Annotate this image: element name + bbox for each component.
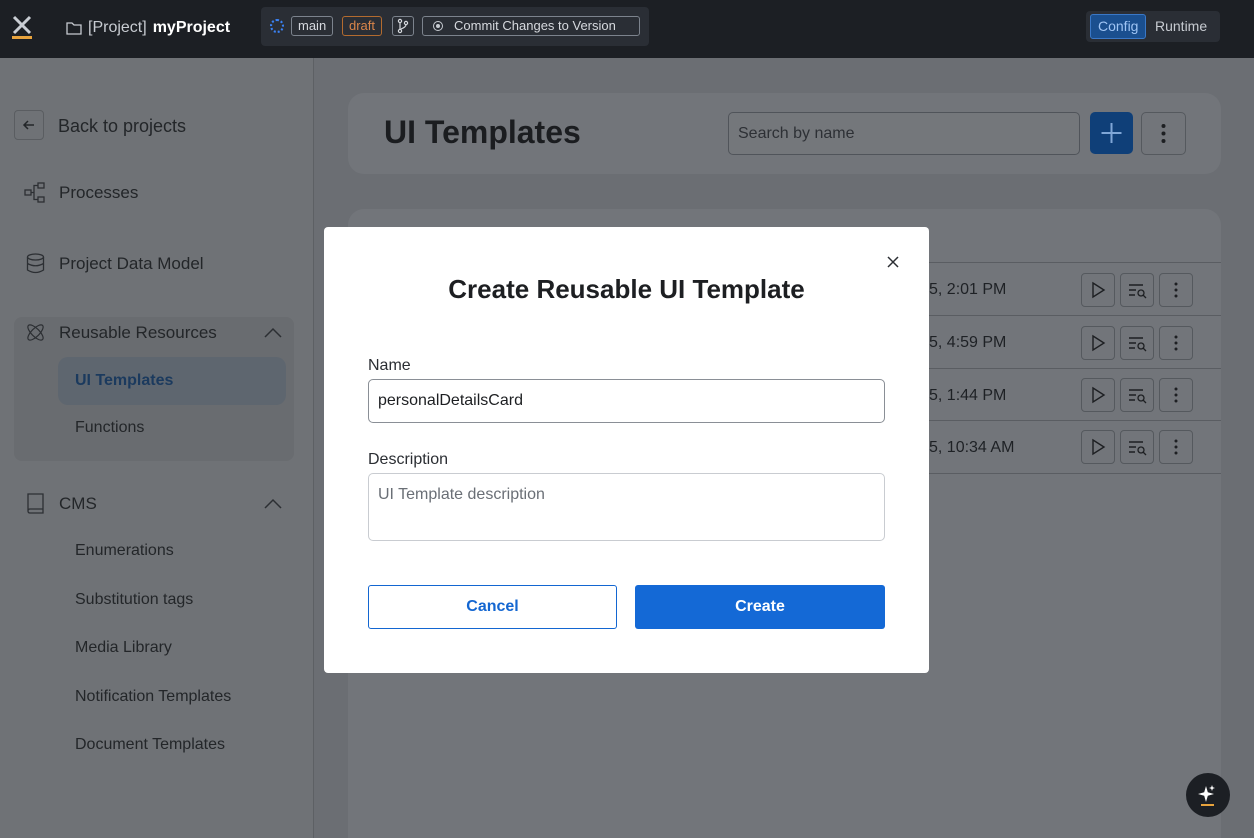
sparkle-icon — [1198, 785, 1215, 806]
sidebar-item-reusable-resources[interactable]: Reusable Resources — [24, 321, 217, 344]
play-icon — [1092, 281, 1106, 299]
row-more-button[interactable] — [1159, 378, 1193, 412]
row-more-button[interactable] — [1159, 273, 1193, 307]
name-label: Name — [368, 357, 411, 374]
list-search-icon — [1129, 337, 1147, 352]
page-title: UI Templates — [384, 114, 581, 150]
sidebar-item-cms[interactable]: CMS — [24, 492, 97, 515]
modified-date: 5, 4:59 PM — [929, 334, 1007, 351]
sidebar-item-label: Processes — [59, 182, 139, 202]
more-vertical-icon — [1161, 124, 1166, 143]
sidebar-item-label: Project Data Model — [59, 253, 204, 273]
sidebar-item-processes[interactable]: Processes — [24, 181, 138, 204]
mode-toggle: Config Runtime — [1086, 11, 1220, 42]
dialog-title: Create Reusable UI Template — [448, 274, 805, 304]
inspect-button[interactable] — [1120, 326, 1154, 360]
branch-button[interactable] — [392, 16, 414, 36]
row-more-button[interactable] — [1159, 430, 1193, 464]
row-divider — [929, 262, 1221, 263]
sidebar-item-media-library[interactable]: Media Library — [75, 639, 172, 657]
sidebar-item-ui-templates[interactable]: UI Templates — [58, 357, 286, 405]
logo-icon[interactable] — [12, 15, 32, 39]
sidebar-item-functions[interactable]: Functions — [75, 419, 144, 437]
ai-assistant-button[interactable] — [1186, 773, 1230, 817]
more-vertical-icon — [1174, 282, 1178, 298]
database-icon — [26, 253, 45, 274]
book-icon — [27, 493, 44, 514]
search-input[interactable] — [728, 112, 1080, 155]
run-button[interactable] — [1081, 430, 1115, 464]
sidebar-item-enumerations[interactable]: Enumerations — [75, 542, 174, 560]
chevron-up-icon[interactable] — [264, 498, 282, 509]
more-vertical-icon — [1174, 439, 1178, 455]
back-to-projects-link[interactable]: Back to projects — [58, 116, 186, 137]
inspect-button[interactable] — [1120, 273, 1154, 307]
name-field[interactable] — [368, 379, 885, 423]
cancel-button[interactable]: Cancel — [368, 585, 617, 629]
row-divider — [929, 368, 1221, 369]
modified-date: 5, 1:44 PM — [929, 387, 1007, 404]
description-field[interactable] — [368, 473, 885, 541]
plus-icon — [1101, 123, 1122, 143]
commit-changes-button[interactable]: Commit Changes to Version — [422, 16, 640, 36]
version-bar: main draft Commit Changes to Version — [261, 7, 649, 46]
atom-icon — [27, 324, 44, 341]
play-icon — [1092, 438, 1106, 456]
add-template-button[interactable] — [1090, 112, 1133, 154]
play-icon — [1092, 334, 1106, 352]
status-badge: draft — [342, 16, 383, 36]
top-bar: [Project] myProject main draft Commit Ch… — [0, 0, 1254, 58]
project-name: myProject — [152, 19, 231, 36]
sidebar-item-document-templates[interactable]: Document Templates — [75, 736, 225, 754]
run-button[interactable] — [1081, 326, 1115, 360]
chevron-up-icon[interactable] — [264, 327, 282, 338]
branch-chip[interactable]: main — [291, 16, 334, 36]
record-icon — [433, 21, 443, 31]
description-label: Description — [368, 451, 449, 468]
sidebar-item-label: CMS — [59, 493, 97, 513]
list-search-icon — [1129, 284, 1147, 299]
play-icon — [1092, 386, 1106, 404]
run-button[interactable] — [1081, 378, 1115, 412]
close-icon[interactable] — [884, 253, 902, 271]
row-more-button[interactable] — [1159, 326, 1193, 360]
back-button[interactable] — [14, 110, 44, 140]
branch-icon — [397, 18, 409, 34]
sync-icon — [270, 19, 284, 33]
sidebar-item-substitution-tags[interactable]: Substitution tags — [75, 591, 193, 609]
sidebar: Back to projects Processes Project Data … — [0, 58, 314, 838]
processes-icon — [24, 182, 45, 203]
run-button[interactable] — [1081, 273, 1115, 307]
sidebar-item-label: Reusable Resources — [59, 322, 217, 342]
more-vertical-icon — [1174, 335, 1178, 351]
runtime-mode-button[interactable]: Runtime — [1148, 14, 1214, 39]
list-search-icon — [1129, 441, 1147, 456]
commit-label: Commit Changes to Version — [454, 18, 616, 33]
project-breadcrumb[interactable]: [Project] myProject — [66, 18, 230, 38]
inspect-button[interactable] — [1120, 430, 1154, 464]
row-divider — [929, 473, 1221, 474]
row-divider — [929, 315, 1221, 316]
inspect-button[interactable] — [1120, 378, 1154, 412]
project-prefix: [Project] — [88, 19, 147, 36]
row-divider — [929, 420, 1221, 421]
create-button[interactable]: Create — [635, 585, 885, 629]
more-vertical-icon — [1174, 387, 1178, 403]
more-options-button[interactable] — [1141, 112, 1186, 155]
sidebar-item-notification-templates[interactable]: Notification Templates — [75, 688, 231, 706]
list-search-icon — [1129, 389, 1147, 404]
arrow-left-icon — [22, 120, 34, 130]
config-mode-button[interactable]: Config — [1090, 14, 1147, 39]
modified-date: 5, 2:01 PM — [929, 281, 1007, 298]
folder-icon — [66, 22, 82, 35]
modified-date: 5, 10:34 AM — [929, 439, 1015, 456]
sidebar-item-data-model[interactable]: Project Data Model — [24, 252, 204, 275]
